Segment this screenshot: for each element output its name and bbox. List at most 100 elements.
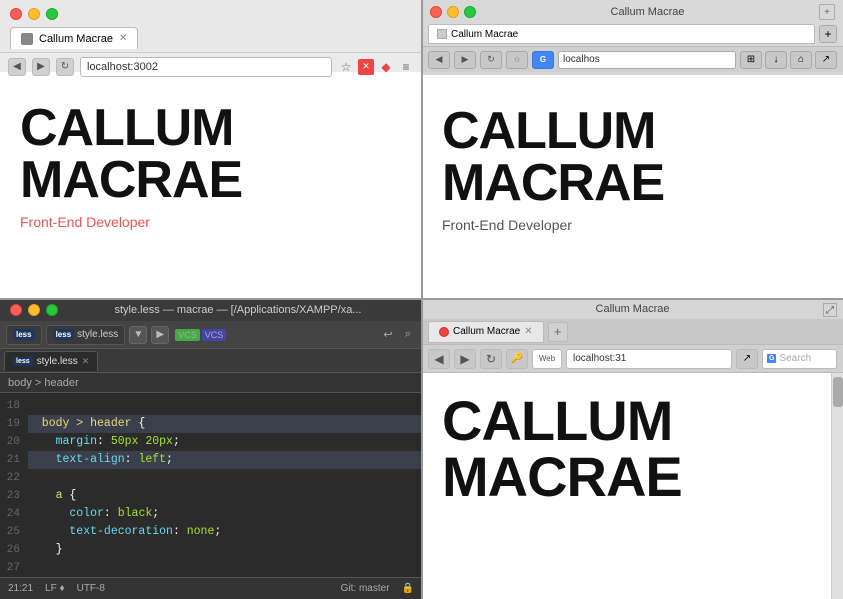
star-icon[interactable]: ☆ <box>338 59 354 75</box>
browser-tab-tl[interactable]: Callum Macrae ✕ <box>10 27 138 49</box>
url-input-tr[interactable]: localhos <box>558 51 736 69</box>
back-btn-br[interactable]: ◀ <box>428 349 450 369</box>
line-content: margin: 50px 20px; <box>28 433 422 451</box>
forward-btn-br[interactable]: ▶ <box>454 349 476 369</box>
close-button[interactable] <box>10 8 22 20</box>
back-button-tr[interactable]: ◀ <box>428 51 450 69</box>
download-icon-tr[interactable]: ↓ <box>765 51 787 69</box>
tab-close-br[interactable]: ✕ <box>524 326 532 337</box>
back-button-tl[interactable]: ◀ <box>8 58 26 76</box>
maximize-button[interactable] <box>46 8 58 20</box>
minimize-button[interactable] <box>28 8 40 20</box>
tab-title-tl: Callum Macrae <box>39 33 113 45</box>
bookmark-button-tr[interactable]: ☆ <box>506 51 528 69</box>
line-number: 20 <box>0 433 28 451</box>
browser-tab-tr[interactable]: Callum Macrae <box>428 24 815 44</box>
url-input-tl[interactable]: localhost:3002 <box>80 57 332 77</box>
browser-tab-br[interactable]: Callum Macrae ✕ <box>428 321 544 343</box>
line-number: 24 <box>0 505 28 523</box>
code-area[interactable]: 18 19 body > header { 20 margin: 50px 20… <box>0 393 422 581</box>
editor-titlebar: style.less — macrae — [/Applications/XAM… <box>0 299 422 321</box>
refresh-btn-br[interactable]: ↻ <box>480 349 502 369</box>
undo-btn[interactable]: ↩ <box>380 327 396 343</box>
forward-button-tr[interactable]: ▶ <box>454 51 476 69</box>
dropdown-btn[interactable]: ▼ <box>129 326 147 344</box>
scrollbar-br[interactable] <box>831 373 843 599</box>
line-content: color: black; <box>28 505 422 523</box>
google-button-tr[interactable]: G <box>532 51 554 69</box>
toolbar-icons-tl: ☆ ✕ ◆ ≡ <box>338 59 414 75</box>
menu-icon[interactable]: ≡ <box>398 59 414 75</box>
editor-statusbar: 21:21 LF ♦ UTF-8 Git: master 🔒 <box>0 577 422 599</box>
less-tab[interactable]: less <box>6 325 42 345</box>
maximize-button-tr[interactable] <box>464 6 476 18</box>
editor-title: style.less — macrae — [/Applications/XAM… <box>115 304 362 316</box>
scrollbar-thumb-br[interactable] <box>833 377 843 407</box>
close-button-editor[interactable] <box>10 304 22 316</box>
code-line-22: 22 <box>0 469 422 487</box>
line-number: 23 <box>0 487 28 505</box>
maximize-button-editor[interactable] <box>46 304 58 316</box>
address-bar-br: ◀ ▶ ↻ 🔑 Web localhost:31 ↗ G Search <box>422 345 843 373</box>
forward-button-tl[interactable]: ▶ <box>32 58 50 76</box>
rss-icon-tr[interactable]: ↗ <box>815 51 837 69</box>
code-line-21: 21 text-align: left; <box>0 451 422 469</box>
site-title-tr: CALLUM MACRAE <box>442 105 823 209</box>
minimize-button-tr[interactable] <box>447 6 459 18</box>
tab-bar-tr: Callum Macrae + <box>422 22 843 46</box>
nav-icon-tr[interactable]: ⊞ <box>740 51 762 69</box>
close-button-tr[interactable] <box>430 6 442 18</box>
less-icon3: less <box>13 357 33 366</box>
home-icon-tr[interactable]: ⌂ <box>790 51 812 69</box>
new-tab-btn-br[interactable]: + <box>548 322 568 342</box>
code-editor: style.less — macrae — [/Applications/XAM… <box>0 299 422 599</box>
key-icon-br[interactable]: 🔑 <box>506 349 528 369</box>
style-less-tab-toolbar[interactable]: less style.less <box>46 325 126 345</box>
site-title-br: CALLUM MACRAE <box>442 393 823 505</box>
share-btn-br[interactable]: ↗ <box>736 349 758 369</box>
minimize-button-editor[interactable] <box>28 304 40 316</box>
code-line-26: 26 } <box>0 541 422 559</box>
code-line-20: 20 margin: 50px 20px; <box>0 433 422 451</box>
tab-close-tl[interactable]: ✕ <box>119 33 127 44</box>
line-content: text-align: left; <box>28 451 422 469</box>
search-input-br[interactable]: G Search <box>762 349 837 369</box>
url-input-br[interactable]: localhost:31 <box>566 349 732 369</box>
search-label-br: Search <box>779 353 811 364</box>
line-ending: LF ♦ <box>45 583 65 594</box>
tab-favicon-tr <box>437 29 447 39</box>
browser-chrome-br: Callum Macrae ⤢ Callum Macrae ✕ + ◀ ▶ ↻ … <box>422 299 843 373</box>
tab-bar-tl: Callum Macrae ✕ <box>0 24 422 52</box>
tab-bar-br: Callum Macrae ✕ + <box>422 319 843 345</box>
play-btn[interactable]: ▶ <box>151 326 169 344</box>
web-label-br: Web <box>532 349 562 369</box>
browser-content-br: CALLUM MACRAE <box>422 373 843 515</box>
titlebar-br: Callum Macrae ⤢ <box>422 299 843 319</box>
expand-button-tr[interactable]: + <box>819 4 835 20</box>
new-tab-button-tr[interactable]: + <box>819 25 837 43</box>
refresh-button-tl[interactable]: ↻ <box>56 58 74 76</box>
editor-tab-close[interactable]: ✕ <box>82 356 90 367</box>
extension-icon[interactable]: ✕ <box>358 59 374 75</box>
editor-tab-bar: less style.less ✕ <box>0 349 422 373</box>
refresh-button-tr[interactable]: ↻ <box>480 51 502 69</box>
editor-active-tab[interactable]: less style.less ✕ <box>4 351 98 371</box>
browser-content-tl: CALLUM MACRAE Front-End Developer <box>0 72 422 240</box>
site-title-tl: CALLUM MACRAE <box>20 102 402 206</box>
line-number: 18 <box>0 397 28 415</box>
line-content: body > header { <box>28 415 422 433</box>
resize-btn-br[interactable]: ⤢ <box>823 303 837 317</box>
traffic-lights-tl <box>0 0 422 24</box>
line-number: 27 <box>0 559 28 577</box>
charset: UTF-8 <box>77 583 105 594</box>
url-text-br: localhost:31 <box>573 353 626 364</box>
url-text-tl: localhost:3002 <box>87 61 158 73</box>
code-line-23: 23 a { <box>0 487 422 505</box>
browser-chrome-tr: Callum Macrae + Callum Macrae + ◀ ▶ ↻ ☆ … <box>422 0 843 75</box>
cursor-position: 21:21 <box>8 583 33 594</box>
search-btn-editor[interactable]: ⌕ <box>400 327 416 343</box>
bottom-right-browser: Callum Macrae ⤢ Callum Macrae ✕ + ◀ ▶ ↻ … <box>422 299 843 599</box>
less-icon: less <box>13 329 35 340</box>
line-content: } <box>28 541 422 559</box>
pocket-icon[interactable]: ◆ <box>378 59 394 75</box>
